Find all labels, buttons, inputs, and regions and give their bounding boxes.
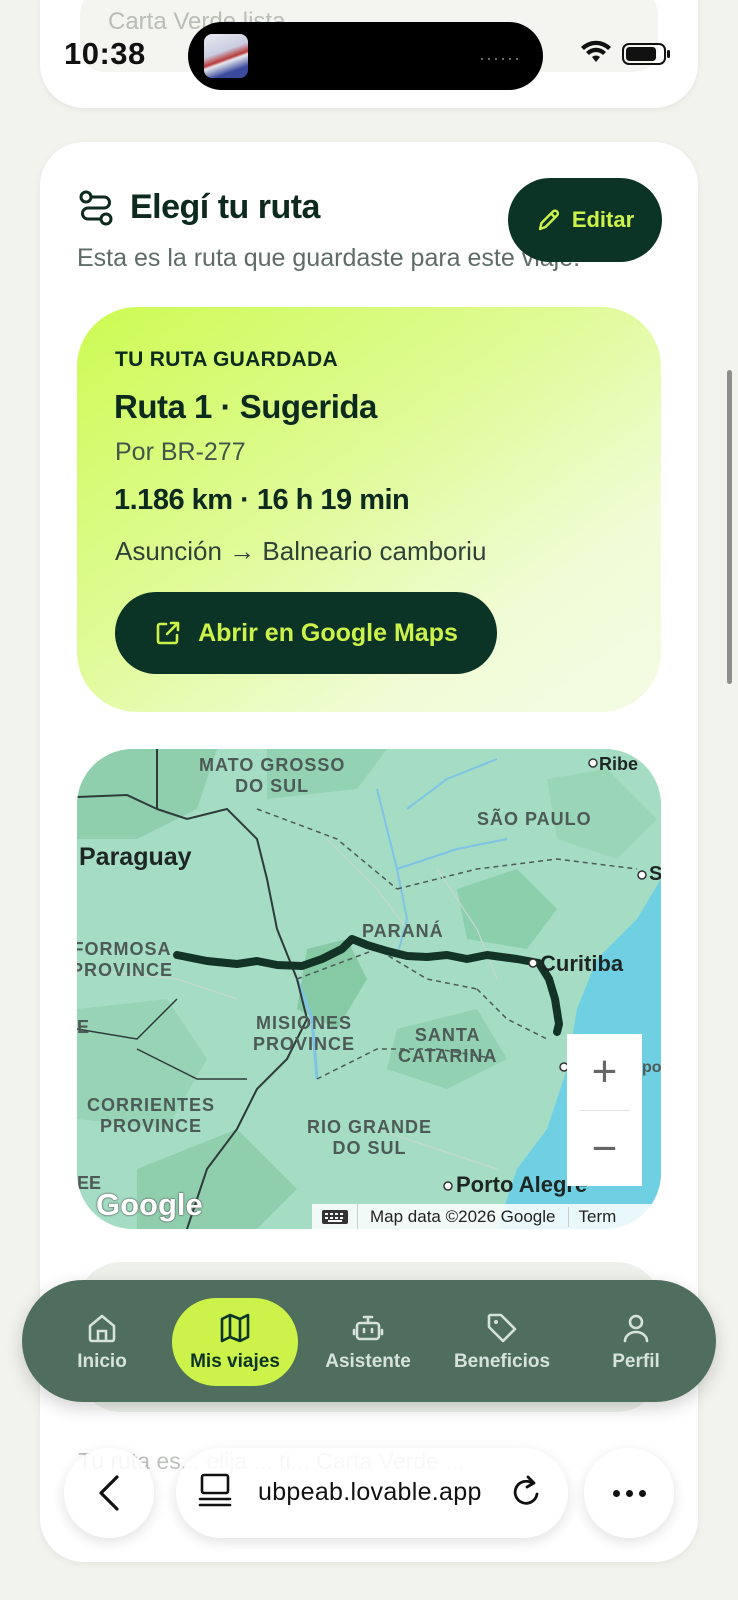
user-icon: [623, 1314, 649, 1343]
saved-route-stats: 1.186 km · 16 h 19 min: [114, 484, 410, 516]
battery-icon: [622, 43, 670, 65]
browser-back-button[interactable]: [64, 1448, 154, 1538]
url-text[interactable]: ubpeab.lovable.app: [258, 1478, 482, 1507]
saved-route-endpoints: Asunción → Balneario camboriu: [115, 536, 487, 566]
saved-route-via: Por BR-277: [115, 438, 246, 466]
home-icon: [88, 1314, 116, 1343]
nav-label-perfil: Perfil: [612, 1351, 660, 1372]
map-label-sao-paulo: SÃO PAULO: [477, 809, 592, 829]
tabs-icon[interactable]: [198, 1472, 232, 1510]
route-icon: [79, 190, 113, 226]
zoom-in-button[interactable]: +: [567, 1034, 642, 1110]
nav-label-mis-viajes: Mis viajes: [190, 1351, 280, 1372]
dynamic-island: ······: [188, 22, 543, 90]
map-city-paraguay: Paraguay: [79, 843, 192, 871]
nav-item-mis-viajes[interactable]: Mis viajes: [172, 1298, 298, 1386]
edit-button-label: Editar: [571, 207, 635, 232]
nav-label-beneficios: Beneficios: [453, 1351, 551, 1372]
open-google-maps-button[interactable]: Abrir en Google Maps: [115, 592, 497, 674]
nav-item-beneficios[interactable]: Beneficios: [442, 1298, 562, 1386]
external-link-icon: [156, 621, 180, 645]
edit-button[interactable]: Editar: [508, 178, 662, 262]
map-label-mato-grosso: MATO GROSSO DO SUL: [199, 755, 346, 796]
saved-route-name: Ruta 1 · Sugerida: [114, 388, 377, 425]
more-options-button[interactable]: [584, 1448, 674, 1538]
more-dot-icon: [625, 1489, 633, 1497]
map-label-corrientes: CORRIENTES PROVINCE: [87, 1095, 216, 1136]
tag-icon: [487, 1313, 517, 1343]
pencil-icon: [538, 209, 559, 231]
section-title: Elegí tu ruta: [130, 188, 320, 226]
map-city-curitiba: Curitiba: [540, 951, 624, 976]
map-zoom-control: + −: [567, 1034, 642, 1186]
app-thumbnail-icon: [204, 34, 248, 78]
chevron-left-icon: [99, 1475, 119, 1511]
map-label-misiones: MISIONES PROVINCE: [253, 1013, 356, 1054]
nav-item-inicio[interactable]: Inicio: [42, 1298, 162, 1386]
nav-label-asistente: Asistente: [325, 1351, 411, 1372]
map-label-santa-catarina: SANTA CATARINA: [398, 1025, 498, 1066]
map-label-formosa: FORMOSA PROVINCE: [77, 939, 174, 980]
scrollbar[interactable]: [727, 370, 732, 684]
nav-label-inicio: Inicio: [77, 1351, 127, 1372]
map-attribution-bar: Map data ©2026 Google Term: [312, 1204, 660, 1229]
map-city-po: po: [642, 1059, 661, 1076]
more-dot-icon: [638, 1489, 646, 1497]
status-time: 10:38: [64, 36, 146, 71]
nav-item-asistente[interactable]: Asistente: [308, 1298, 428, 1386]
nav-item-perfil[interactable]: Perfil: [576, 1298, 696, 1386]
map-terms-link[interactable]: Term: [569, 1207, 617, 1227]
map-label-e: E: [77, 1017, 90, 1037]
open-google-maps-label: Abrir en Google Maps: [198, 618, 458, 647]
wifi-icon: [581, 40, 611, 62]
keyboard-shortcuts-icon[interactable]: [312, 1204, 358, 1229]
map-data-attribution: Map data ©2026 Google: [358, 1206, 569, 1227]
more-dot-icon: [612, 1489, 620, 1497]
reload-icon[interactable]: [508, 1472, 544, 1512]
map-label-rio-grande: RIO GRANDE DO SUL: [307, 1117, 433, 1158]
map-label-parana: PARANÁ: [362, 921, 444, 941]
saved-route-eyebrow: TU RUTA GUARDADA: [115, 348, 338, 371]
zoom-out-button[interactable]: −: [567, 1111, 642, 1187]
map-city-ribe: Ribe: [599, 754, 639, 774]
bot-icon: [352, 1315, 384, 1341]
island-dots: ······: [479, 48, 521, 68]
google-logo: Google: [96, 1187, 203, 1222]
map-icon: [220, 1313, 250, 1343]
map-city-s: S: [649, 863, 661, 885]
section-subtitle: Esta es la ruta que guardaste para este …: [77, 244, 581, 272]
